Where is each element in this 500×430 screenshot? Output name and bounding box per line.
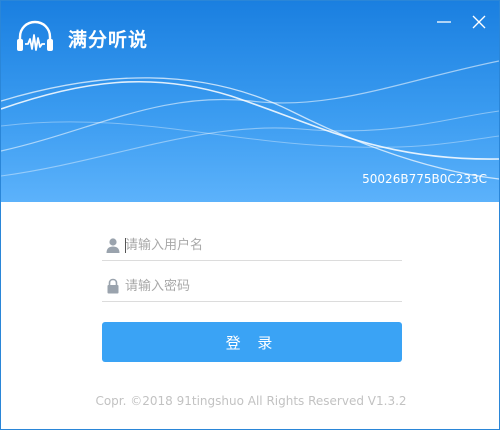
password-input[interactable]: [125, 275, 395, 297]
header-banner: 满分听说 50026B775B0C233C: [1, 1, 499, 202]
username-field: [102, 230, 402, 261]
username-input[interactable]: [125, 234, 395, 256]
minimize-icon: [437, 21, 451, 23]
lock-icon: [107, 278, 119, 294]
headphones-waveform-icon: [17, 20, 53, 51]
text-cursor: [125, 238, 126, 253]
copyright-text: Copr. ©2018 91tingshuo All Rights Reserv…: [95, 394, 407, 408]
close-button[interactable]: [466, 9, 492, 35]
minimize-button[interactable]: [431, 9, 457, 35]
user-icon: [106, 238, 120, 253]
password-field: [102, 271, 402, 302]
close-icon: [472, 15, 486, 29]
machine-code: 50026B775B0C233C: [362, 172, 487, 186]
login-button[interactable]: 登 录: [102, 322, 402, 362]
login-window: 满分听说 50026B775B0C233C 登 录 Copr. ©: [0, 0, 500, 430]
app-title: 满分听说: [68, 29, 149, 51]
